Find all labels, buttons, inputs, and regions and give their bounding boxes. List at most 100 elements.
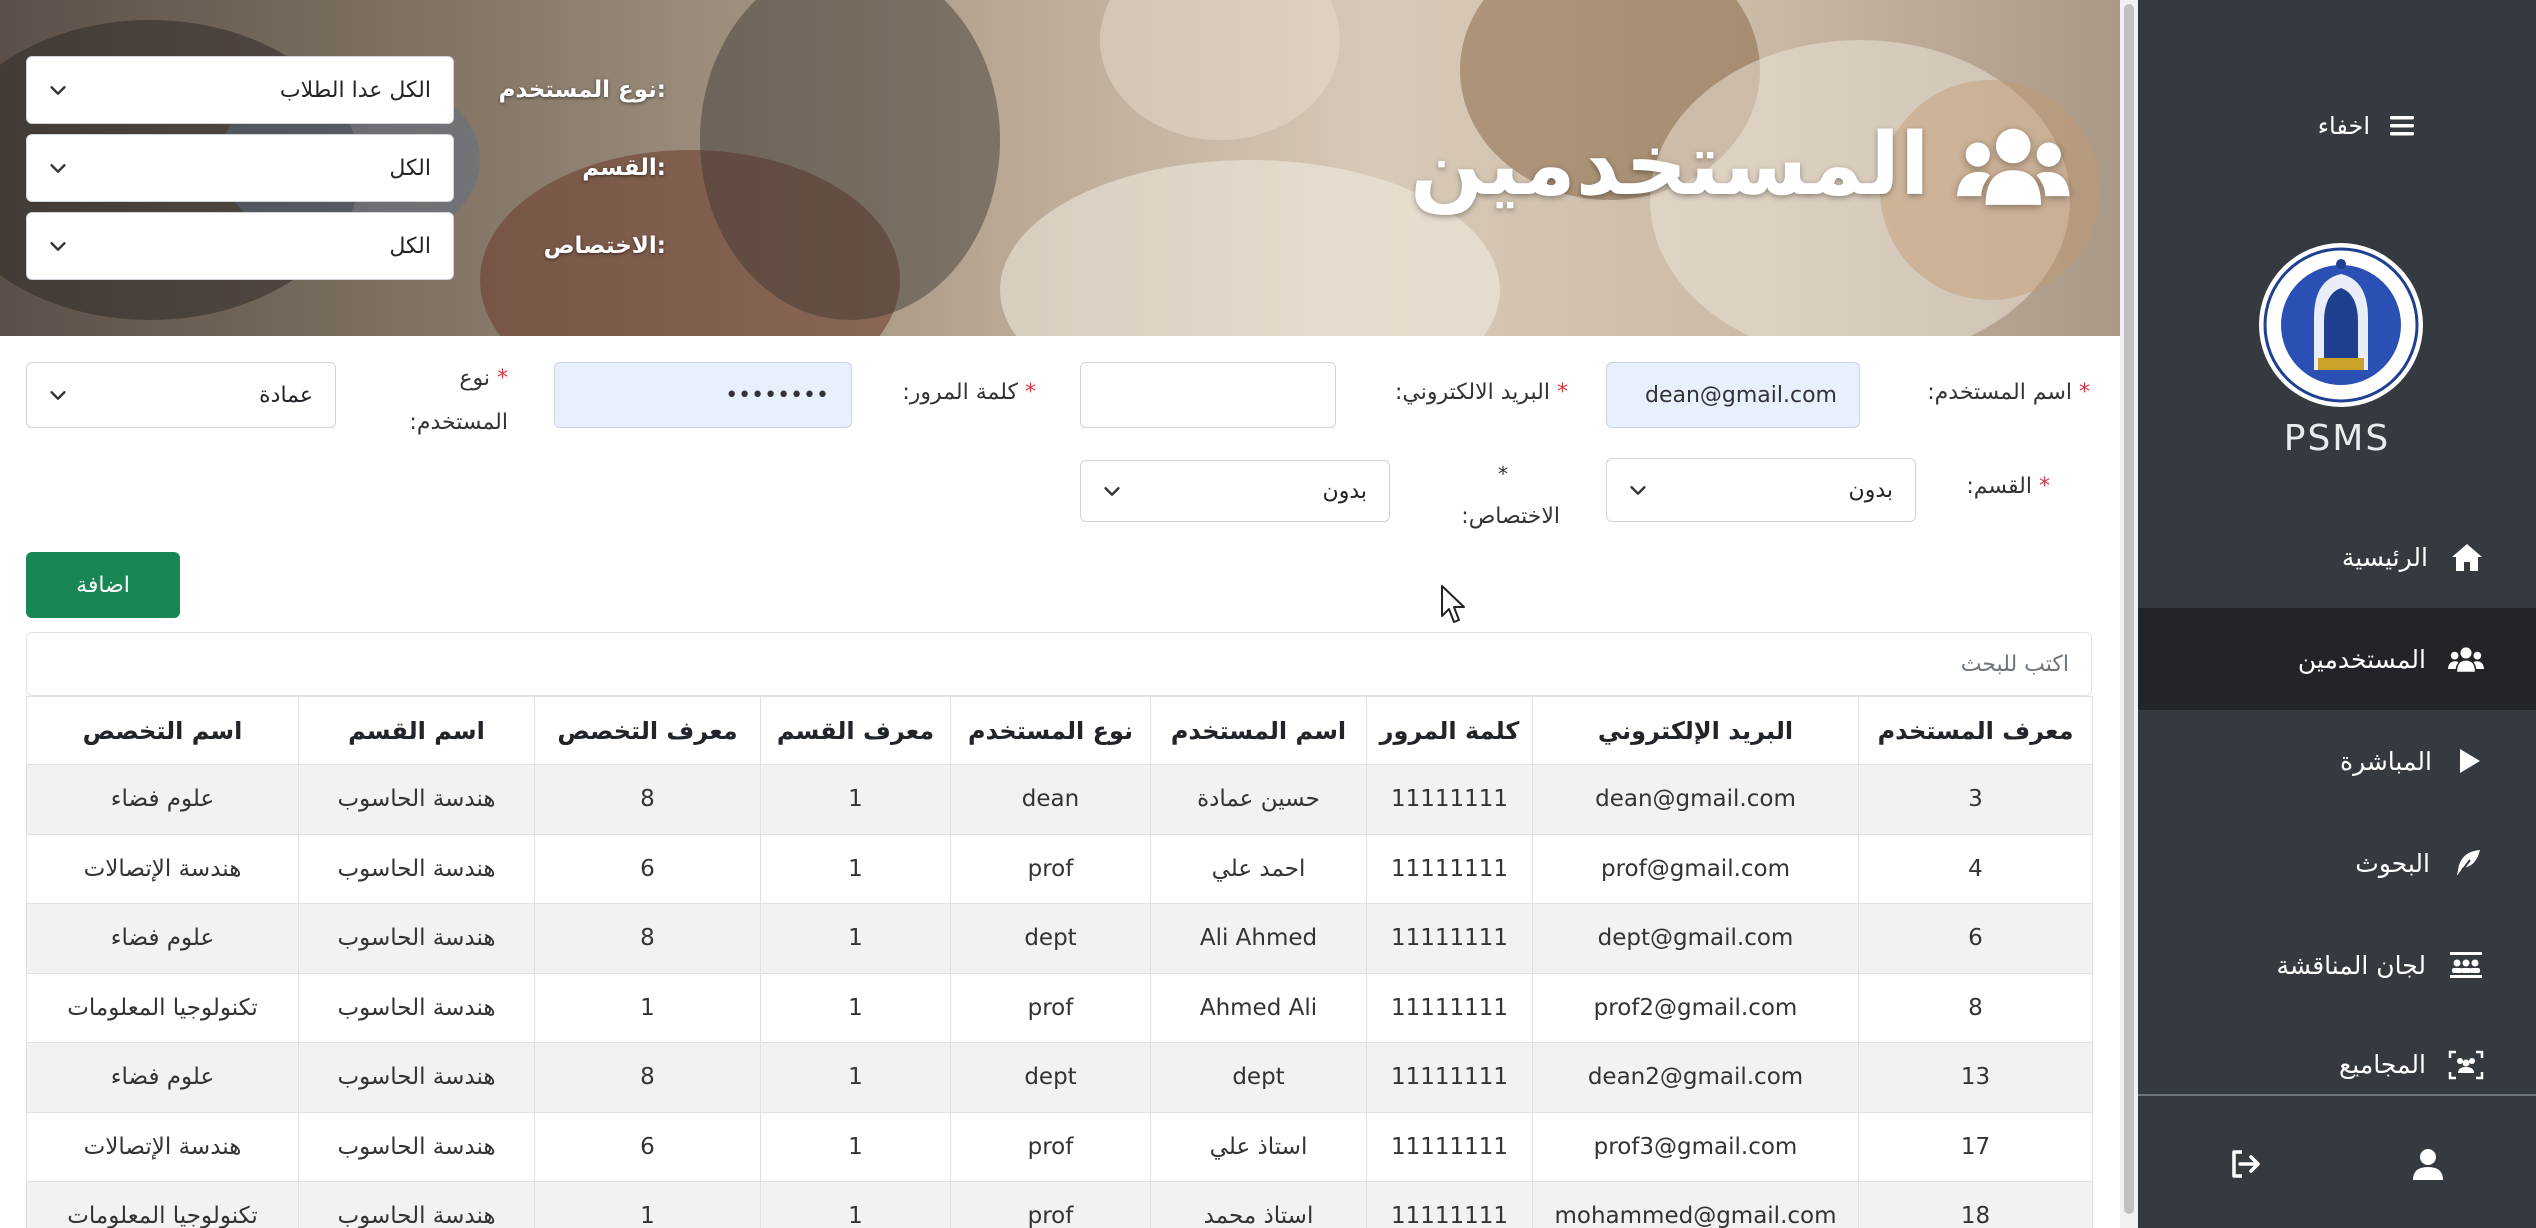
table-cell: 11111111 xyxy=(1366,1111,1533,1182)
table-cell: 1 xyxy=(760,903,951,974)
table-cell: تكنولوجيا المعلومات xyxy=(26,972,299,1043)
table-row[interactable]: 6 dept@gmail.com 11111111 Ali Ahmed dept 1 8 هن… xyxy=(26,903,2093,974)
table-header-row: معرف المستخدم البريد الإلكتروني كلمة الم… xyxy=(26,696,2093,765)
scrollbar-thumb[interactable] xyxy=(2124,4,2134,1214)
table-cell: استاذ محمد xyxy=(1150,1181,1367,1228)
table-header[interactable]: معرف المستخدم xyxy=(1858,696,2093,765)
table-cell: 1 xyxy=(760,764,951,835)
table-header[interactable]: نوع المستخدم xyxy=(950,696,1151,765)
feather-icon xyxy=(2457,850,2480,877)
table-cell: 11111111 xyxy=(1366,972,1533,1043)
users-icon xyxy=(2448,647,2484,672)
table-cell: تكنولوجيا المعلومات xyxy=(26,1181,299,1228)
filter-user-type-value: الكل عدا الطلاب xyxy=(279,77,431,103)
table-cell: dept xyxy=(950,1042,1151,1113)
table-header[interactable]: كلمة المرور xyxy=(1366,696,1533,765)
table-row[interactable]: 3 dean@gmail.com 11111111 حسين عمادة dean 1 8 ه… xyxy=(26,764,2093,835)
user-type-value: عمادة xyxy=(259,382,313,408)
specialization-select[interactable]: بدون xyxy=(1080,460,1390,522)
department-select[interactable]: بدون xyxy=(1606,458,1916,522)
filter-user-type-select[interactable]: الكل عدا الطلاب xyxy=(26,56,454,124)
table-row[interactable]: 18 mohammed@gmail.com 11111111 استاذ محمد pr… xyxy=(26,1181,2093,1228)
sidebar-toggle[interactable]: اخفاء xyxy=(2318,106,2416,146)
table-cell: 6 xyxy=(1858,903,2093,974)
table-cell: 11111111 xyxy=(1366,903,1533,974)
table-cell: 1 xyxy=(760,1111,951,1182)
filter-specialization-select[interactable]: الكل xyxy=(26,212,454,280)
sidebar-item-committees[interactable]: لجان المناقشة xyxy=(2138,914,2536,1016)
chevron-down-icon xyxy=(1104,487,1120,496)
groups-icon xyxy=(2448,1050,2484,1080)
sidebar-item-commencement[interactable]: المباشرة xyxy=(2138,710,2536,812)
table-header[interactable]: معرف التخصص xyxy=(534,696,761,765)
main-content: المستخدمين الكل عدا الطلاب نوع المستخدم: xyxy=(0,0,2120,1228)
table-header[interactable]: اسم القسم xyxy=(298,696,535,765)
table-cell: 11111111 xyxy=(1366,833,1533,904)
table-cell: prof2@gmail.com xyxy=(1532,972,1859,1043)
table-row[interactable]: 4 prof@gmail.com 11111111 احمد علي prof 1 6 هند… xyxy=(26,833,2093,904)
table-cell: هندسة الحاسوب xyxy=(298,1181,535,1228)
table-cell: هندسة الحاسوب xyxy=(298,972,535,1043)
table-row[interactable]: 17 prof3@gmail.com 11111111 استاذ علي prof 1 6… xyxy=(26,1111,2093,1182)
sidebar-item-research[interactable]: البحوث xyxy=(2138,812,2536,914)
table-cell: 1 xyxy=(760,1042,951,1113)
table-cell: هندسة الحاسوب xyxy=(298,1042,535,1113)
email-input[interactable] xyxy=(1080,362,1336,428)
table-cell: prof xyxy=(950,1181,1151,1228)
sidebar-item-home[interactable]: الرئيسية xyxy=(2138,506,2536,608)
logout-icon[interactable] xyxy=(2226,1144,2266,1184)
table-header[interactable]: معرف القسم xyxy=(760,696,951,765)
table-header[interactable]: اسم المستخدم xyxy=(1150,696,1367,765)
chevron-down-icon xyxy=(50,164,66,173)
sidebar-item-label: المجاميع xyxy=(2338,1050,2426,1079)
sidebar-item-label: البحوث xyxy=(2355,848,2430,878)
sidebar-item-label: المباشرة xyxy=(2339,746,2432,776)
app: المستخدمين الكل عدا الطلاب نوع المستخدم: xyxy=(0,0,2536,1228)
table-cell: 1 xyxy=(760,972,951,1043)
filter-specialization-label: الاختصاص: xyxy=(543,233,666,259)
specialization-value: بدون xyxy=(1322,478,1367,504)
table-cell: dept xyxy=(950,903,1151,974)
table-cell: 17 xyxy=(1858,1111,2093,1182)
department-value: بدون xyxy=(1848,477,1893,503)
table-header[interactable]: البريد الإلكتروني xyxy=(1532,696,1859,765)
password-input[interactable]: •••••••• xyxy=(554,362,852,428)
filter-department: الكل القسم: xyxy=(26,134,666,202)
table-cell: 8 xyxy=(534,1042,761,1113)
table-cell: 3 xyxy=(1858,764,2093,835)
table-cell: 18 xyxy=(1858,1181,2093,1228)
specialization-label: الاختصاص: xyxy=(1461,504,1560,529)
user-type-select[interactable]: عمادة xyxy=(26,362,336,428)
table-row[interactable]: 13 dean2@gmail.com 11111111 dept dept 1 8 هندسة… xyxy=(26,1042,2093,1113)
home-icon xyxy=(2452,544,2482,571)
table-cell: 8 xyxy=(534,764,761,835)
sidebar-item-users[interactable]: المستخدمين xyxy=(2138,608,2536,710)
table-cell: dept@gmail.com xyxy=(1532,903,1859,974)
table-cell: علوم فضاء xyxy=(26,764,299,835)
sidebar-item-label: لجان المناقشة xyxy=(2276,950,2426,980)
table-cell: استاذ علي xyxy=(1150,1111,1367,1182)
username-input[interactable]: dean@gmail.com xyxy=(1606,362,1860,428)
hero-banner: المستخدمين الكل عدا الطلاب نوع المستخدم: xyxy=(0,0,2120,336)
table-cell: dean xyxy=(950,764,1151,835)
chevron-down-icon xyxy=(50,86,66,95)
table-header[interactable]: اسم التخصص xyxy=(26,696,299,765)
table-row[interactable]: 8 prof2@gmail.com 11111111 Ahmed Ali prof 1 1 ه… xyxy=(26,972,2093,1043)
table-cell: dean2@gmail.com xyxy=(1532,1042,1859,1113)
search-input[interactable]: اكتب للبحث xyxy=(26,632,2092,696)
table-cell: احمد علي xyxy=(1150,833,1367,904)
table-cell: prof xyxy=(950,1111,1151,1182)
table-cell: dept xyxy=(1150,1042,1367,1113)
department-label: * القسم: xyxy=(1966,474,2050,499)
table-cell: هندسة الإتصالات xyxy=(26,1111,299,1182)
table-cell: 1 xyxy=(534,972,761,1043)
table-cell: prof@gmail.com xyxy=(1532,833,1859,904)
table-cell: 13 xyxy=(1858,1042,2093,1113)
filter-department-value: الكل xyxy=(389,155,431,181)
user-profile-icon[interactable] xyxy=(2408,1144,2448,1184)
table-cell: حسين عمادة xyxy=(1150,764,1367,835)
filter-department-select[interactable]: الكل xyxy=(26,134,454,202)
sidebar-item-groups[interactable]: المجاميع xyxy=(2138,1016,2536,1112)
add-button[interactable]: اضافة xyxy=(26,552,180,618)
table-cell: mohammed@gmail.com xyxy=(1532,1181,1859,1228)
